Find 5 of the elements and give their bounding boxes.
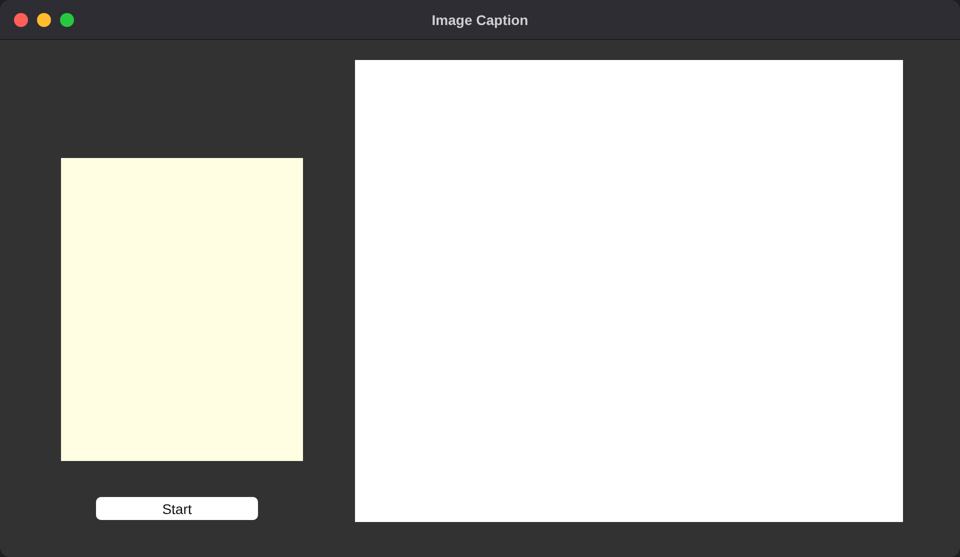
maximize-icon[interactable] (60, 13, 74, 27)
minimize-icon[interactable] (37, 13, 51, 27)
start-button[interactable]: Start (96, 497, 258, 520)
window-title: Image Caption (432, 12, 528, 28)
close-icon[interactable] (14, 13, 28, 27)
